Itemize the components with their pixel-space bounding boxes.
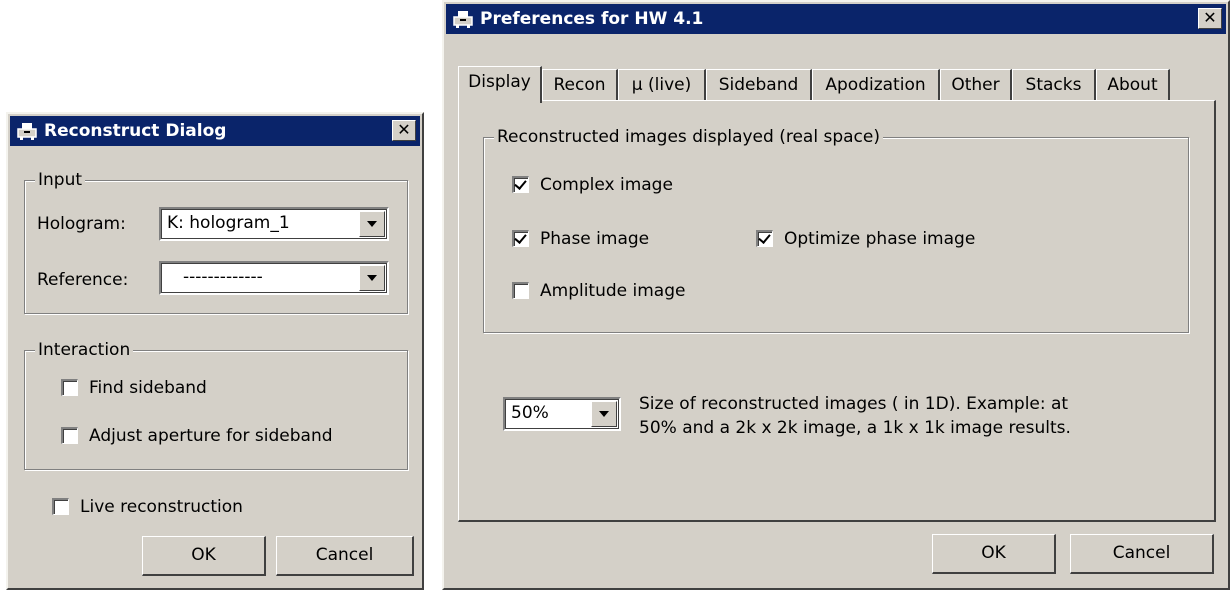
size-select[interactable]: 50%: [503, 397, 621, 431]
checkbox-box[interactable]: [512, 282, 529, 299]
adjust-aperture-label: Adjust aperture for sideband: [89, 426, 333, 446]
preferences-dialog: Preferences for HW 4.1 ✕ Display Recon µ…: [442, 0, 1230, 590]
interaction-group-label: Interaction: [35, 339, 134, 361]
size-description-line2: 50% and a 2k x 2k image, a 1k x 1k image…: [639, 418, 1071, 438]
checkmark-icon[interactable]: [512, 230, 529, 247]
input-group-label: Input: [35, 169, 86, 191]
reconstructed-images-group-label: Reconstructed images displayed (real spa…: [494, 126, 883, 148]
chevron-down-icon[interactable]: [359, 265, 385, 291]
checkbox-box[interactable]: [52, 498, 69, 515]
close-icon[interactable]: ✕: [1198, 8, 1222, 29]
reference-value: -------------: [183, 267, 263, 287]
size-value: 50%: [511, 403, 549, 423]
live-reconstruction-label: Live reconstruction: [80, 497, 243, 517]
phase-image-label: Phase image: [540, 229, 650, 249]
printer-icon: [17, 123, 37, 140]
optimize-phase-label: Optimize phase image: [784, 229, 976, 249]
preferences-title: Preferences for HW 4.1: [480, 9, 704, 29]
reconstructed-images-group: Reconstructed images displayed (real spa…: [483, 126, 1189, 333]
tab-apodization[interactable]: Apodization: [812, 69, 940, 101]
ok-button[interactable]: OK: [142, 536, 266, 576]
checkmark-icon[interactable]: [756, 230, 773, 247]
reconstruct-title: Reconstruct Dialog: [44, 121, 227, 141]
tab-mu-live[interactable]: µ (live): [618, 69, 706, 101]
checkmark-icon[interactable]: [512, 176, 529, 193]
tab-about[interactable]: About: [1096, 69, 1170, 101]
display-tab-panel: Reconstructed images displayed (real spa…: [458, 100, 1216, 522]
cancel-button[interactable]: Cancel: [1070, 534, 1214, 574]
hologram-value: K: hologram_1: [167, 213, 290, 233]
close-icon[interactable]: ✕: [392, 120, 416, 141]
reconstruct-titlebar[interactable]: Reconstruct Dialog ✕: [10, 116, 420, 146]
input-group: Input Hologram: K: hologram_1 Reference:…: [24, 169, 408, 314]
checkbox-box[interactable]: [61, 379, 78, 396]
preferences-titlebar[interactable]: Preferences for HW 4.1 ✕: [446, 4, 1226, 34]
ok-button[interactable]: OK: [932, 534, 1056, 574]
cancel-button[interactable]: Cancel: [276, 536, 414, 576]
ok-button-label: OK: [191, 545, 216, 565]
tab-stacks[interactable]: Stacks: [1012, 69, 1096, 101]
size-description-line1: Size of reconstructed images ( in 1D). E…: [639, 394, 1069, 414]
tab-recon[interactable]: Recon: [542, 69, 618, 101]
find-sideband-label: Find sideband: [89, 378, 207, 398]
amplitude-image-label: Amplitude image: [540, 281, 686, 301]
complex-image-label: Complex image: [540, 175, 673, 195]
hologram-select[interactable]: K: hologram_1: [159, 207, 389, 241]
ok-button-label: OK: [981, 543, 1006, 563]
cancel-button-label: Cancel: [315, 545, 374, 565]
hologram-label: Hologram:: [37, 214, 126, 234]
chevron-down-icon[interactable]: [359, 211, 385, 237]
checkbox-box[interactable]: [61, 427, 78, 444]
interaction-group: Interaction Find sideband Adjust apertur…: [24, 339, 408, 470]
cancel-button-label: Cancel: [1112, 543, 1171, 563]
tab-display[interactable]: Display: [458, 66, 542, 103]
printer-icon: [453, 11, 473, 28]
chevron-down-icon[interactable]: [591, 401, 617, 427]
reference-select[interactable]: -------------: [159, 261, 389, 295]
reconstruct-dialog: Reconstruct Dialog ✕ Input Hologram: K: …: [6, 112, 424, 590]
tab-sideband[interactable]: Sideband: [706, 69, 812, 101]
reference-label: Reference:: [37, 270, 129, 290]
tab-other[interactable]: Other: [940, 69, 1012, 101]
